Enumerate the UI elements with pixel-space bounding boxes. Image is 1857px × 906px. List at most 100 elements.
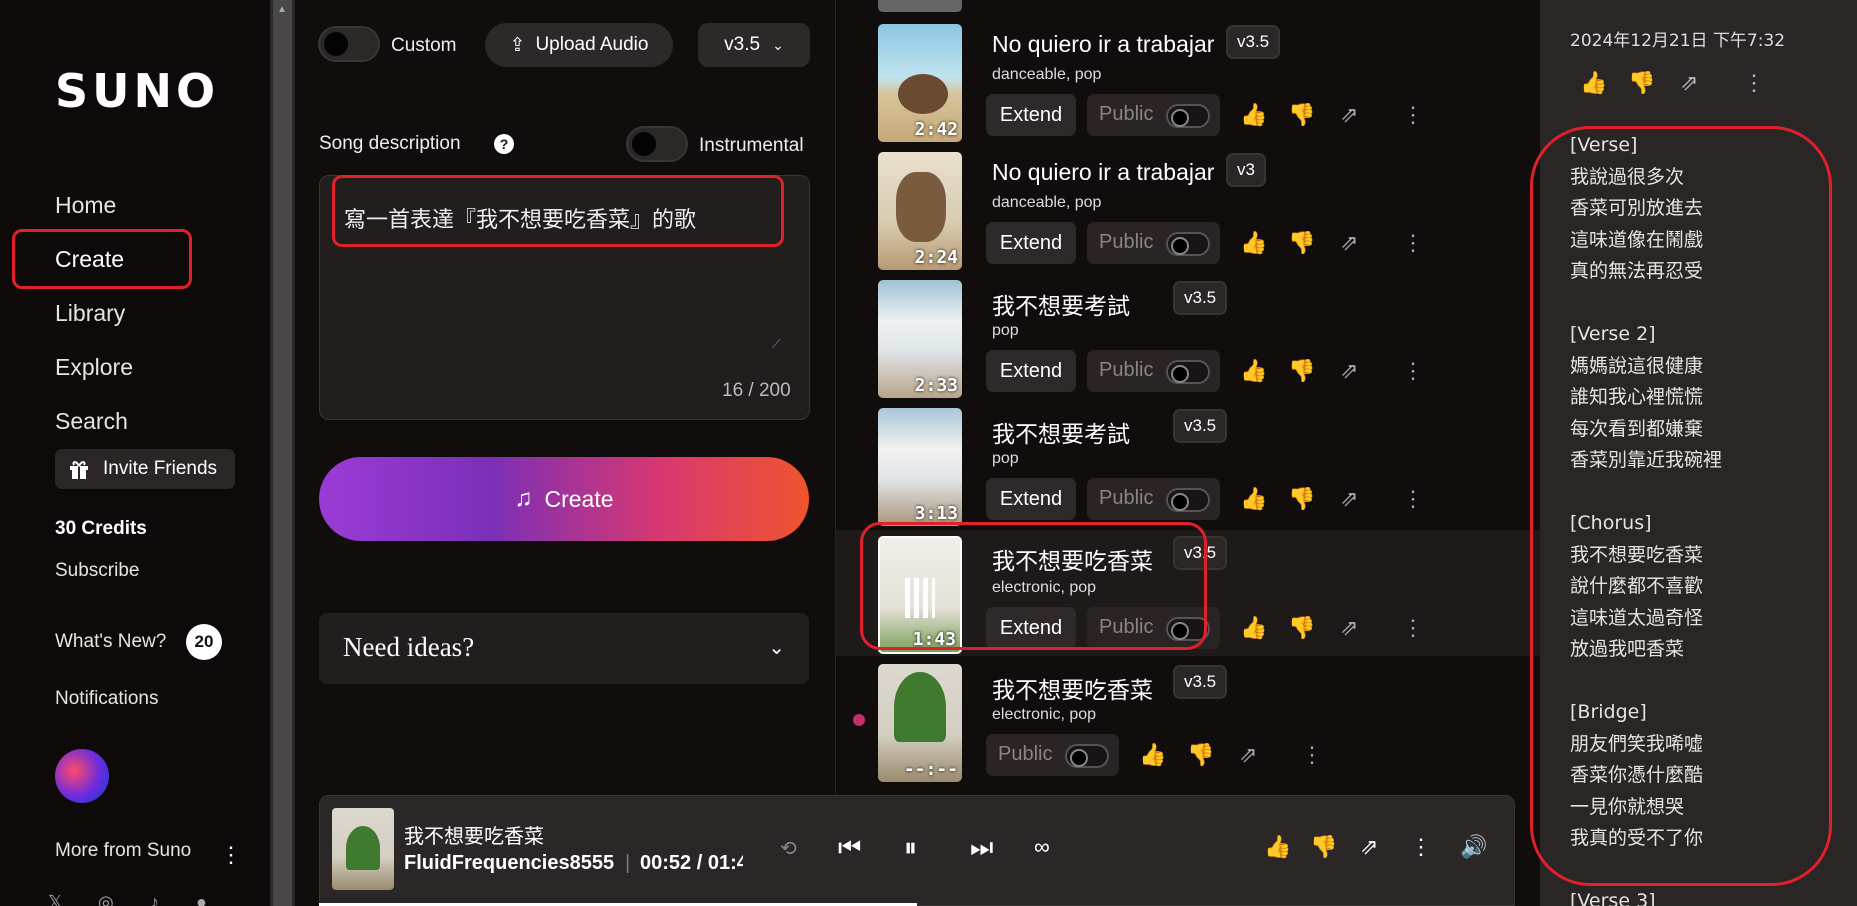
song-row[interactable]: 2:42 No quiero ir a trabajar v3.5 dancea…: [836, 24, 1541, 152]
extend-button[interactable]: Extend: [986, 222, 1076, 264]
song-title[interactable]: No quiero ir a trabajar: [992, 159, 1214, 186]
song-thumbnail-partial[interactable]: [878, 0, 962, 12]
whats-new-link[interactable]: What's New?: [55, 631, 166, 653]
help-icon[interactable]: ?: [494, 134, 514, 154]
public-toggle[interactable]: Public: [1087, 94, 1220, 136]
nav-library[interactable]: Library: [55, 300, 125, 327]
share-icon[interactable]: ⇗: [1239, 742, 1257, 768]
nav-explore[interactable]: Explore: [55, 354, 133, 381]
extend-button[interactable]: Extend: [986, 607, 1076, 649]
song-row[interactable]: 2:24 No quiero ir a trabajar v3 danceabl…: [836, 152, 1541, 280]
more-menu-icon[interactable]: ⋮: [220, 842, 242, 868]
more-options-icon[interactable]: ⋮: [1402, 102, 1424, 128]
x-icon[interactable]: 𝕏: [48, 892, 63, 906]
more-options-icon[interactable]: ⋮: [1301, 742, 1323, 768]
share-icon[interactable]: ⇗: [1680, 70, 1698, 96]
more-options-icon[interactable]: ⋮: [1410, 834, 1432, 860]
thumbs-up-icon[interactable]: 👍: [1139, 742, 1166, 768]
version-select[interactable]: v3.5 ⌄: [698, 23, 810, 67]
thumbs-up-icon[interactable]: 👍: [1580, 70, 1607, 96]
instrumental-toggle[interactable]: [626, 126, 688, 162]
song-thumbnail[interactable]: --:--: [878, 664, 962, 782]
player-artist[interactable]: FluidFrequencies8555: [404, 852, 614, 875]
upload-label: Upload Audio: [535, 34, 649, 55]
thumbs-down-icon[interactable]: 👎: [1628, 70, 1655, 96]
song-row[interactable]: 2:33 我不想要考試 v3.5 pop Extend Public 👍 👎 ⇗…: [836, 280, 1541, 408]
more-options-icon[interactable]: ⋮: [1402, 486, 1424, 512]
more-options-icon[interactable]: ⋮: [1743, 70, 1765, 96]
player-thumbnail[interactable]: [332, 808, 394, 890]
thumbs-down-icon[interactable]: 👎: [1288, 358, 1315, 384]
thumbs-up-icon[interactable]: 👍: [1264, 834, 1291, 860]
custom-toggle[interactable]: [318, 26, 380, 62]
thumbs-down-icon[interactable]: 👎: [1310, 834, 1337, 860]
tiktok-icon[interactable]: ♪: [150, 892, 159, 906]
thumbs-up-icon[interactable]: 👍: [1240, 102, 1267, 128]
subscribe-link[interactable]: Subscribe: [55, 560, 140, 582]
nav-create[interactable]: Create: [55, 246, 124, 273]
more-options-icon[interactable]: ⋮: [1402, 230, 1424, 256]
loop-icon[interactable]: ∞: [1034, 834, 1050, 860]
thumbs-down-icon[interactable]: 👎: [1288, 615, 1315, 641]
thumbs-up-icon[interactable]: 👍: [1240, 486, 1267, 512]
instagram-icon[interactable]: ◎: [98, 892, 114, 906]
suno-logo[interactable]: SUNO: [55, 64, 219, 118]
scroll-up-icon[interactable]: ▲: [277, 4, 287, 15]
song-title[interactable]: No quiero ir a trabajar: [992, 31, 1214, 58]
thumbs-down-icon[interactable]: 👎: [1288, 102, 1315, 128]
public-toggle[interactable]: Public: [1087, 478, 1220, 520]
thumbs-up-icon[interactable]: 👍: [1240, 358, 1267, 384]
song-title[interactable]: 我不想要考試: [992, 415, 1130, 449]
extend-button[interactable]: Extend: [986, 350, 1076, 392]
form-scrollbar[interactable]: ▲: [270, 0, 295, 906]
public-toggle[interactable]: Public: [1087, 350, 1220, 392]
more-options-icon[interactable]: ⋮: [1402, 615, 1424, 641]
create-label: Create: [544, 485, 614, 512]
thumbs-up-icon[interactable]: 👍: [1240, 615, 1267, 641]
create-button[interactable]: ♫ Create: [319, 457, 809, 541]
song-thumbnail[interactable]: 2:33: [878, 280, 962, 398]
more-options-icon[interactable]: ⋮: [1402, 358, 1424, 384]
song-thumbnail[interactable]: 3:13: [878, 408, 962, 526]
thumbs-down-icon[interactable]: 👎: [1288, 486, 1315, 512]
volume-icon[interactable]: 🔊: [1460, 834, 1487, 860]
next-icon[interactable]: ⏭: [970, 832, 993, 864]
share-icon[interactable]: ⇗: [1340, 358, 1358, 384]
invite-friends-button[interactable]: Invite Friends: [55, 449, 235, 489]
song-title[interactable]: 我不想要考試: [992, 287, 1130, 321]
share-icon[interactable]: ⇗: [1360, 834, 1378, 860]
nav-home[interactable]: Home: [55, 192, 116, 219]
song-row[interactable]: 3:13 我不想要考試 v3.5 pop Extend Public 👍 👎 ⇗…: [836, 408, 1541, 536]
nav-search[interactable]: Search: [55, 408, 128, 435]
more-from-suno[interactable]: More from Suno: [55, 840, 191, 862]
song-thumbnail[interactable]: 2:42: [878, 24, 962, 142]
avatar[interactable]: [55, 749, 109, 803]
resize-handle-icon[interactable]: ⟋: [772, 337, 780, 352]
thumbs-up-icon[interactable]: 👍: [1240, 230, 1267, 256]
song-title[interactable]: 我不想要吃香菜: [992, 542, 1153, 576]
thumbs-down-icon[interactable]: 👎: [1288, 230, 1315, 256]
song-row-active[interactable]: 1:43 我不想要吃香菜 v3.5 electronic, pop Extend…: [836, 530, 1541, 656]
share-icon[interactable]: ⇗: [1340, 486, 1358, 512]
notifications-link[interactable]: Notifications: [55, 688, 159, 710]
song-thumbnail[interactable]: 1:43: [878, 536, 962, 654]
public-toggle[interactable]: Public: [1087, 222, 1220, 264]
previous-icon[interactable]: ⏮: [838, 832, 861, 864]
song-row[interactable]: --:-- 我不想要吃香菜 v3.5 electronic, pop Publi…: [836, 664, 1541, 792]
pause-icon[interactable]: ⏸: [904, 832, 917, 864]
upload-audio-button[interactable]: ⇪ Upload Audio: [485, 23, 673, 67]
discord-icon[interactable]: ●: [196, 892, 207, 906]
song-thumbnail[interactable]: 2:24: [878, 152, 962, 270]
repeat-icon[interactable]: ⟲: [780, 836, 797, 861]
extend-button[interactable]: Extend: [986, 478, 1076, 520]
share-icon[interactable]: ⇗: [1340, 615, 1358, 641]
public-toggle[interactable]: Public: [1087, 607, 1220, 649]
need-ideas-panel[interactable]: Need ideas? ⌄: [319, 613, 809, 684]
share-icon[interactable]: ⇗: [1340, 102, 1358, 128]
thumbs-down-icon[interactable]: 👎: [1187, 742, 1214, 768]
public-toggle[interactable]: Public: [986, 734, 1119, 776]
share-icon[interactable]: ⇗: [1340, 230, 1358, 256]
song-title[interactable]: 我不想要吃香菜: [992, 671, 1153, 705]
extend-button[interactable]: Extend: [986, 94, 1076, 136]
player-title[interactable]: 我不想要吃香菜: [404, 820, 544, 849]
